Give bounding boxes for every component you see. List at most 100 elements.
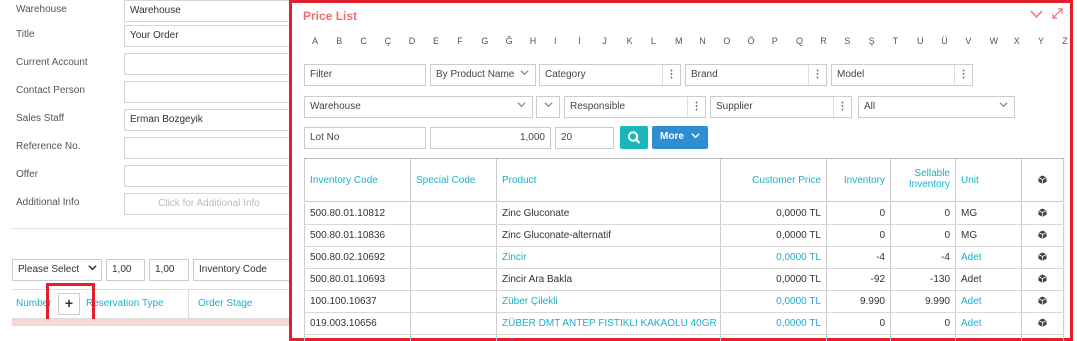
cube-icon[interactable] bbox=[1038, 252, 1047, 261]
form-input[interactable] bbox=[124, 81, 294, 103]
alphabet-letter[interactable]: E bbox=[433, 36, 439, 46]
warehouse-option-dropdown[interactable] bbox=[536, 96, 560, 118]
more-options-icon[interactable]: ⋮ bbox=[662, 65, 680, 85]
alphabet-letter[interactable]: K bbox=[627, 36, 633, 46]
cell-actions[interactable] bbox=[1022, 225, 1064, 246]
form-input[interactable]: Erman Bozgeyik bbox=[124, 109, 294, 131]
alphabet-letter[interactable]: B bbox=[336, 36, 342, 46]
please-select-dropdown[interactable]: Please Select bbox=[12, 259, 102, 281]
alphabet-letter[interactable]: Ç bbox=[385, 36, 392, 46]
page-size-input[interactable]: 20 bbox=[555, 127, 614, 149]
brand-field[interactable]: Brand ⋮ bbox=[685, 64, 827, 86]
quantity-input[interactable]: 1,000 bbox=[430, 127, 551, 149]
form-input[interactable] bbox=[124, 137, 294, 159]
table-row[interactable]: 500.80.01.10812 Zinc Gluconate 0,0000 TL 0 0… bbox=[304, 203, 1064, 225]
more-options-icon[interactable]: ⋮ bbox=[687, 97, 705, 117]
quantity-input-1[interactable]: 1,00 bbox=[106, 259, 145, 281]
cube-icon[interactable] bbox=[1038, 318, 1047, 327]
cell-actions[interactable] bbox=[1022, 335, 1064, 341]
search-mode-dropdown[interactable]: By Product Name bbox=[430, 64, 536, 86]
alphabet-letter[interactable]: I bbox=[554, 36, 557, 46]
form-input[interactable]: Your Order bbox=[124, 25, 294, 47]
table-row[interactable]: 500.80.01.10836 Zinc Gluconate-alternatif… bbox=[304, 225, 1064, 247]
form-input[interactable]: Warehouse bbox=[124, 0, 294, 22]
col-inventory-code[interactable]: Inventory Code bbox=[304, 159, 411, 202]
more-options-icon[interactable]: ⋮ bbox=[833, 97, 851, 117]
form-label: Warehouse bbox=[16, 4, 67, 15]
table-row[interactable]: 100.100.10637 Züber Çilekli 0,0000 TL 9.990… bbox=[304, 291, 1064, 313]
cell-actions[interactable] bbox=[1022, 313, 1064, 334]
cube-icon[interactable] bbox=[1038, 208, 1047, 217]
cell-sellable-inventory: 9.990 bbox=[891, 291, 956, 312]
form-input[interactable]: Click for Additional Info bbox=[124, 193, 294, 215]
alphabet-letter[interactable]: L bbox=[651, 36, 656, 46]
more-button[interactable]: More bbox=[652, 126, 708, 149]
alphabet-letter[interactable]: H bbox=[530, 36, 537, 46]
category-field[interactable]: Category ⋮ bbox=[539, 64, 681, 86]
alphabet-letter[interactable]: Ğ bbox=[506, 36, 513, 46]
quantity-input-2[interactable]: 1,00 bbox=[149, 259, 189, 281]
collapse-chevron-icon[interactable] bbox=[1030, 8, 1043, 22]
all-dropdown[interactable]: All bbox=[858, 96, 1015, 118]
form-label: Offer bbox=[16, 169, 39, 180]
filter-input[interactable]: Filter bbox=[304, 64, 426, 86]
alphabet-letter[interactable]: Z bbox=[1062, 36, 1068, 46]
chevron-down-icon bbox=[999, 100, 1008, 111]
alphabet-letter[interactable]: F bbox=[457, 36, 463, 46]
cell-customer-price: 0,0000 TL bbox=[721, 225, 827, 246]
more-options-icon[interactable]: ⋮ bbox=[808, 65, 826, 85]
col-product[interactable]: Product bbox=[497, 159, 721, 202]
alphabet-letter[interactable]: W bbox=[990, 36, 999, 46]
warehouse-dropdown[interactable]: Warehouse bbox=[304, 96, 533, 118]
col-unit[interactable]: Unit bbox=[956, 159, 1022, 202]
alphabet-letter[interactable]: Y bbox=[1038, 36, 1044, 46]
table-row[interactable]: 019.003.10661 ZÜBER DMT ÇİLEKLİ KAKAOLU 4… bbox=[304, 335, 1064, 341]
model-field[interactable]: Model ⋮ bbox=[831, 64, 973, 86]
alphabet-letter[interactable]: M bbox=[675, 36, 683, 46]
cell-actions[interactable] bbox=[1022, 291, 1064, 312]
alphabet-letter[interactable]: Q bbox=[796, 36, 803, 46]
alphabet-letter[interactable]: O bbox=[723, 36, 730, 46]
search-button[interactable] bbox=[620, 126, 648, 149]
cell-special-code bbox=[411, 247, 497, 268]
cube-icon[interactable] bbox=[1038, 296, 1047, 305]
form-input[interactable] bbox=[124, 53, 294, 75]
alphabet-letter[interactable]: N bbox=[699, 36, 706, 46]
col-inventory[interactable]: Inventory bbox=[827, 159, 891, 202]
alphabet-letter[interactable]: A bbox=[312, 36, 318, 46]
alphabet-letter[interactable]: Ş bbox=[869, 36, 875, 46]
responsible-field[interactable]: Responsible ⋮ bbox=[564, 96, 706, 118]
alphabet-letter[interactable]: U bbox=[917, 36, 924, 46]
cube-icon[interactable] bbox=[1038, 274, 1047, 283]
col-special-code[interactable]: Special Code bbox=[411, 159, 497, 202]
col-customer-price[interactable]: Customer Price bbox=[721, 159, 827, 202]
col-sellable-inventory[interactable]: Sellable Inventory bbox=[891, 159, 956, 202]
alphabet-letter[interactable]: İ bbox=[578, 36, 581, 46]
form-input[interactable] bbox=[124, 165, 294, 187]
alphabet-letter[interactable]: R bbox=[820, 36, 827, 46]
cell-actions[interactable] bbox=[1022, 203, 1064, 224]
alphabet-letter[interactable]: P bbox=[772, 36, 778, 46]
alphabet-letter[interactable]: X bbox=[1014, 36, 1020, 46]
alphabet-letter[interactable]: J bbox=[602, 36, 607, 46]
alphabet-letter[interactable]: V bbox=[965, 36, 971, 46]
supplier-field[interactable]: Supplier ⋮ bbox=[710, 96, 852, 118]
alphabet-letter[interactable]: G bbox=[481, 36, 488, 46]
table-row[interactable]: 500.80.02.10692 Zincir 0,0000 TL -4 -4 Adet bbox=[304, 247, 1064, 269]
alphabet-letter[interactable]: D bbox=[409, 36, 416, 46]
more-options-icon[interactable]: ⋮ bbox=[954, 65, 972, 85]
expand-icon[interactable] bbox=[1052, 8, 1063, 22]
alphabet-letter[interactable]: Ü bbox=[941, 36, 948, 46]
alphabet-letter[interactable]: T bbox=[893, 36, 899, 46]
cell-actions[interactable] bbox=[1022, 247, 1064, 268]
cube-icon[interactable] bbox=[1038, 230, 1047, 239]
alphabet-letter[interactable]: C bbox=[360, 36, 367, 46]
alphabet-letter[interactable]: S bbox=[844, 36, 850, 46]
table-row[interactable]: 019.003.10656 ZÜBER DMT ANTEP FISTIKLI KA… bbox=[304, 313, 1064, 335]
inventory-code-input[interactable]: Inventory Code bbox=[193, 259, 292, 281]
lot-no-input[interactable]: Lot No bbox=[304, 127, 426, 149]
table-row[interactable]: 500.80.01.10693 Zincir Ara Bakla 0,0000 TL… bbox=[304, 269, 1064, 291]
cell-actions[interactable] bbox=[1022, 269, 1064, 290]
alphabet-letter[interactable]: Ö bbox=[748, 36, 755, 46]
cell-sellable-inventory: 0 bbox=[891, 313, 956, 334]
